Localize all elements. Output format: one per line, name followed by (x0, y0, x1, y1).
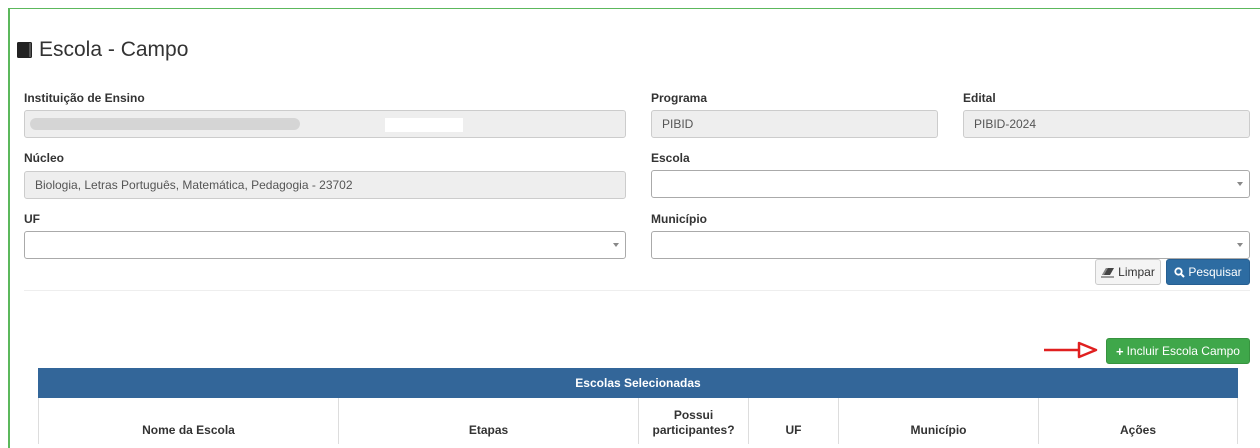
escolas-table: Escolas Selecionadas Nome da Escola Etap… (38, 368, 1238, 444)
search-icon (1174, 266, 1186, 278)
uf-label: UF (24, 212, 40, 226)
column-header: UF (749, 398, 839, 444)
municipio-select[interactable] (651, 231, 1250, 259)
programa-field: PIBID (651, 110, 938, 138)
column-header: Município (839, 398, 1039, 444)
incluir-escola-campo-button[interactable]: + Incluir Escola Campo (1106, 338, 1250, 364)
instituicao-label: Instituição de Ensino (24, 91, 145, 105)
limpar-label: Limpar (1118, 265, 1155, 279)
page-title: Escola - Campo (16, 32, 188, 68)
table-header-row: Nome da Escola Etapas Possui participant… (38, 398, 1238, 444)
column-header: Etapas (339, 398, 639, 444)
table-title: Escolas Selecionadas (38, 368, 1238, 398)
pesquisar-label: Pesquisar (1188, 265, 1242, 279)
chevron-down-icon (613, 243, 619, 247)
page-title-text: Escola - Campo (39, 38, 189, 61)
redaction-bar (30, 118, 300, 130)
escola-select[interactable] (651, 170, 1250, 198)
column-header: Nome da Escola (39, 398, 339, 444)
municipio-label: Município (651, 212, 707, 226)
nucleo-field: Biologia, Letras Português, Matemática, … (24, 171, 626, 199)
escola-label: Escola (651, 151, 690, 165)
incluir-label: Incluir Escola Campo (1126, 344, 1240, 358)
pesquisar-button[interactable]: Pesquisar (1166, 259, 1250, 285)
limpar-button[interactable]: Limpar (1095, 259, 1161, 285)
programa-label: Programa (651, 91, 708, 105)
edital-field: PIBID-2024 (963, 110, 1250, 138)
redaction-block (385, 118, 463, 132)
section-divider (24, 290, 1250, 291)
book-icon (17, 42, 32, 58)
nucleo-label: Núcleo (24, 151, 65, 165)
annotation-arrow-icon (1044, 341, 1098, 359)
chevron-down-icon (1237, 243, 1243, 247)
edital-label: Edital (963, 91, 996, 105)
column-header: Possui participantes? (639, 398, 749, 444)
chevron-down-icon (1237, 182, 1243, 186)
column-header: Ações (1039, 398, 1238, 444)
uf-select[interactable] (24, 231, 626, 259)
plus-icon: + (1116, 343, 1124, 359)
eraser-icon (1101, 267, 1115, 277)
